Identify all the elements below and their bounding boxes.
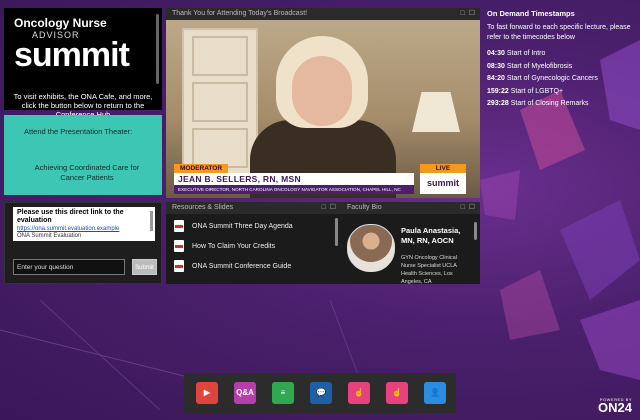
pdf-icon bbox=[174, 260, 184, 272]
engagement-button-2[interactable]: ☝ bbox=[386, 382, 408, 404]
timestamp-item: 84:20 Start of Gynecologic Cancers bbox=[487, 75, 598, 82]
theater-session-title[interactable]: Achieving Coordinated Care for Cancer Pa… bbox=[22, 163, 152, 183]
speaker-window-controls[interactable]: □ ☐ bbox=[461, 202, 476, 214]
timestamps-panel: On Demand Timestamps To fast forward to … bbox=[487, 9, 637, 111]
chat-button[interactable]: 💬 bbox=[310, 382, 332, 404]
resources-scrollbar[interactable] bbox=[335, 218, 338, 246]
summit-mini-logo: summit bbox=[420, 173, 466, 194]
on24-logo: ON24 bbox=[598, 400, 632, 415]
presentation-theater-panel[interactable]: Attend the Presentation Theater: Achievi… bbox=[4, 115, 162, 195]
media-player-button[interactable]: ▶ bbox=[196, 382, 218, 404]
speaker-header: Faculty Bio □ ☐ bbox=[341, 202, 480, 214]
timestamp-item: 04:30 Start of Intro bbox=[487, 50, 546, 57]
video-header-title: Thank You for Attending Today's Broadcas… bbox=[172, 10, 308, 17]
speaker-scrollbar[interactable] bbox=[474, 222, 477, 240]
brand-title: Oncology Nurse bbox=[14, 16, 107, 30]
resources-panel: Resources & Slides □ ☐ ONA Summit Three … bbox=[166, 202, 341, 284]
qa-message-title: Please use this direct link to the evalu… bbox=[17, 209, 124, 224]
pdf-icon bbox=[174, 240, 184, 252]
resource-item[interactable]: How To Claim Your Credits bbox=[166, 236, 341, 256]
moderator-tag: MODERATOR bbox=[174, 164, 229, 173]
qa-panel: Please use this direct link to the evalu… bbox=[4, 202, 162, 284]
question-input[interactable]: Enter your question bbox=[13, 259, 125, 275]
speaker-title: GYN Oncology Clinical Nurse Specialist U… bbox=[401, 255, 457, 285]
resources-header-title: Resources & Slides bbox=[172, 204, 234, 211]
presenter-name: JEAN B. SELLERS, RN, MSN bbox=[174, 173, 414, 185]
resources-window-controls[interactable]: □ ☐ bbox=[322, 202, 337, 214]
timestamps-intro: To fast forward to each specific lecture… bbox=[487, 24, 631, 41]
live-badge: LIVE bbox=[420, 164, 466, 173]
resource-item[interactable]: ONA Summit Conference Guide bbox=[166, 256, 341, 276]
pdf-icon bbox=[174, 220, 184, 232]
timestamp-item: 159:22 Start of LGBTQ+ bbox=[487, 87, 564, 95]
summit-logo-panel: Oncology Nurse ADVISOR summit To visit e… bbox=[4, 8, 162, 119]
submit-question-button[interactable]: Submit bbox=[132, 259, 157, 275]
widget-dock: ▶ Q&A ≡ 💬 ☝ ☝ 👤 bbox=[184, 373, 456, 413]
background-door bbox=[182, 28, 258, 182]
logo-scrollbar[interactable] bbox=[156, 14, 159, 84]
resource-item[interactable]: ONA Summit Three Day Agenda bbox=[166, 216, 341, 236]
speaker-bio-button[interactable]: 👤 bbox=[424, 382, 446, 404]
theater-heading: Attend the Presentation Theater: bbox=[24, 127, 133, 136]
lower-third: MODERATOR JEAN B. SELLERS, RN, MSN EXECU… bbox=[174, 164, 466, 194]
speaker-bio-panel: Faculty Bio □ ☐ Paula Anastasia, MN, RN,… bbox=[341, 202, 480, 285]
qa-button[interactable]: Q&A bbox=[234, 382, 256, 404]
qa-message-box: Please use this direct link to the evalu… bbox=[13, 207, 155, 241]
timestamp-item: 293:28 Start of Closing Remarks bbox=[487, 100, 589, 107]
brand-summit-text: summit bbox=[14, 36, 130, 74]
video-window-controls[interactable]: □ ☐ bbox=[461, 8, 476, 20]
speaker-name: Paula Anastasia, MN, RN, AOCN bbox=[401, 226, 461, 245]
presenter-role: EXECUTIVE DIRECTOR, NORTH CAROLINA ONCOL… bbox=[174, 185, 414, 194]
timestamp-item: 08:30 Start of Myelofibrosis bbox=[487, 62, 573, 70]
video-header: Thank You for Attending Today's Broadcas… bbox=[166, 8, 480, 20]
speaker-avatar bbox=[347, 224, 395, 272]
powered-by-on24: POWERED BY ON24 bbox=[598, 397, 632, 414]
engagement-button-1[interactable]: ☝ bbox=[348, 382, 370, 404]
resources-button[interactable]: ≡ bbox=[272, 382, 294, 404]
video-panel: Thank You for Attending Today's Broadcas… bbox=[166, 8, 480, 198]
resources-list: ONA Summit Three Day Agenda How To Claim… bbox=[166, 216, 341, 276]
video-frame[interactable]: MODERATOR JEAN B. SELLERS, RN, MSN EXECU… bbox=[166, 20, 480, 198]
qa-scrollbar[interactable] bbox=[150, 211, 153, 231]
presenter-face bbox=[292, 56, 352, 126]
speaker-header-title: Faculty Bio bbox=[347, 204, 382, 211]
evaluation-label: ONA Summit Evaluation bbox=[17, 233, 82, 239]
resources-header: Resources & Slides □ ☐ bbox=[166, 202, 341, 214]
background-lamp bbox=[412, 92, 460, 132]
timestamps-title: On Demand Timestamps bbox=[487, 9, 575, 18]
evaluation-link[interactable]: https://ona.summit.evaluation.example bbox=[13, 225, 155, 233]
